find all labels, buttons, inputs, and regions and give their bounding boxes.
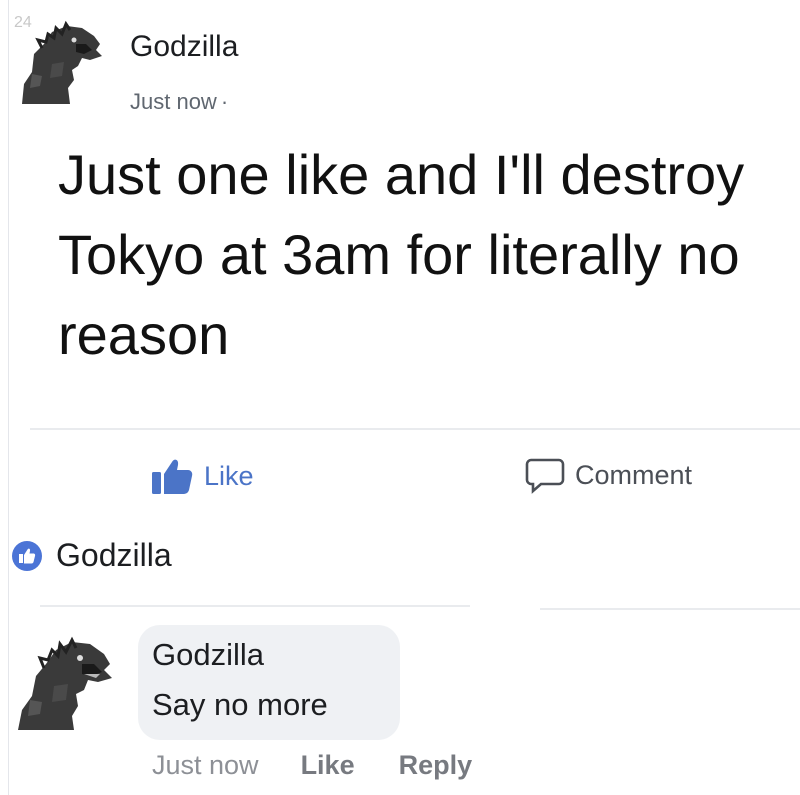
comment-text: Say no more xyxy=(152,687,328,722)
godzilla-avatar-icon xyxy=(18,636,112,730)
likes-summary[interactable]: Godzilla xyxy=(12,537,172,574)
post-body: Just one like and I'll destroy Tokyo at … xyxy=(58,143,745,366)
thumbs-up-icon xyxy=(152,459,193,494)
comment-label: Comment xyxy=(575,459,693,490)
like-label: Like xyxy=(204,460,254,491)
post-avatar[interactable] xyxy=(12,14,112,104)
comment-author[interactable]: Godzilla xyxy=(152,637,264,673)
post-meta: Just now · xyxy=(130,89,228,115)
divider xyxy=(30,428,800,430)
post-timestamp[interactable]: Just now xyxy=(130,89,217,114)
comment-avatar[interactable] xyxy=(12,630,124,730)
post-author[interactable]: Godzilla xyxy=(130,30,238,64)
meta-separator: · xyxy=(220,89,229,114)
comment-like-button[interactable]: Like xyxy=(301,750,355,781)
comment-actions: Just now Like Reply xyxy=(152,750,472,781)
comment-button[interactable]: Comment xyxy=(525,456,692,494)
godzilla-avatar-icon xyxy=(22,20,102,104)
like-button[interactable]: Like xyxy=(150,456,254,496)
comment-timestamp[interactable]: Just now xyxy=(152,750,259,781)
comment-bubble: Godzilla Say no more xyxy=(138,625,400,740)
liker-name[interactable]: Godzilla xyxy=(56,537,172,574)
divider xyxy=(40,605,470,607)
comment-reply-button[interactable]: Reply xyxy=(399,750,473,781)
thumbs-up-badge-icon xyxy=(12,540,42,571)
speech-bubble-icon xyxy=(525,458,565,494)
divider xyxy=(540,608,800,610)
left-border xyxy=(8,0,9,795)
